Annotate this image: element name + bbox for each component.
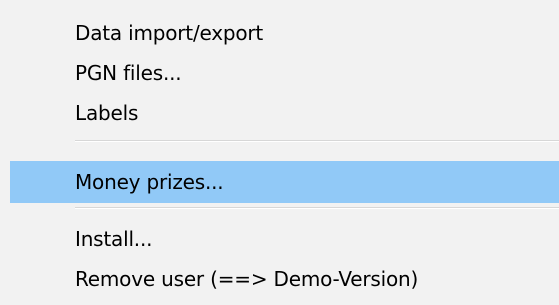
menu-item-label: PGN files... [75,61,182,85]
menu-item-label: Remove user (==> Demo-Version) [75,267,419,291]
menu-separator [75,207,559,209]
menu-separator [75,140,559,142]
menu-item-money-prizes[interactable]: Money prizes... [10,161,559,203]
menu-icon-gutter [0,0,58,305]
menu-item-label: Data import/export [75,21,264,45]
context-menu: Data import/export PGN files... Labels M… [0,0,559,305]
menu-item-install[interactable]: Install... [58,218,559,260]
menu-item-data-import-export[interactable]: Data import/export [58,12,559,54]
menu-item-pgn-files[interactable]: PGN files... [58,52,559,94]
menu-item-label: Labels [75,101,139,125]
menu-item-label: Money prizes... [75,170,224,194]
menu-item-label: Install... [75,227,153,251]
menu-item-remove-user[interactable]: Remove user (==> Demo-Version) [58,258,559,300]
menu-item-labels[interactable]: Labels [58,92,559,134]
